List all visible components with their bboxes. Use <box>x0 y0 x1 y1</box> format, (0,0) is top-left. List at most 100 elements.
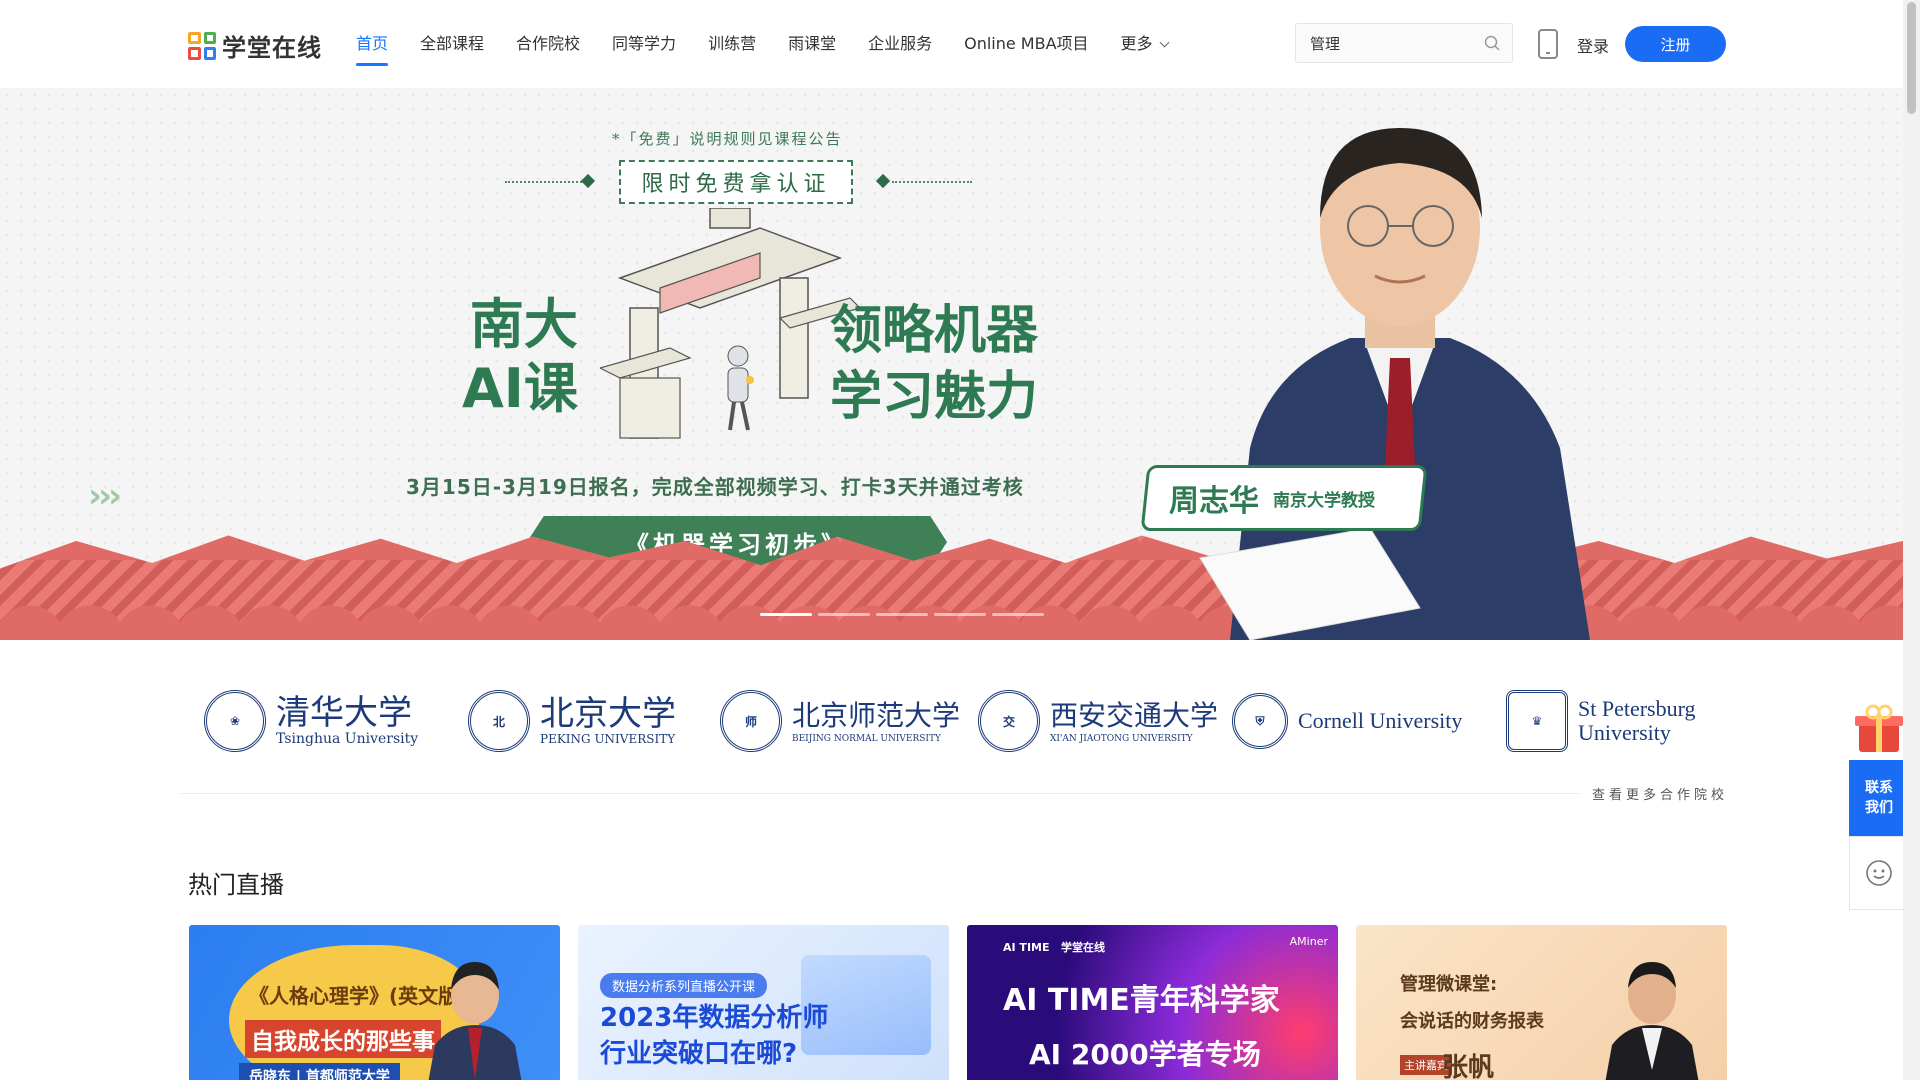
banner-title-left-line2: AI课 <box>462 357 578 420</box>
nav-bootcamp[interactable]: 训练营 <box>708 30 756 54</box>
university-peking[interactable]: 北 北京大学 PEKING UNIVERSITY <box>468 680 676 762</box>
tsinghua-seal-icon: ❀ <box>204 690 266 752</box>
banner-title-right-line1: 领略机器 <box>830 301 1039 361</box>
site-logo[interactable]: 学堂在线 <box>188 28 322 63</box>
card1-speaker-org: 首都师范大学 <box>305 1069 390 1080</box>
tsinghua-en: Tsinghua University <box>276 731 419 747</box>
live-card-2[interactable]: 数据分析系列直播公开课 2023年数据分析师 行业突破口在哪? <box>578 925 949 1080</box>
mobile-app-icon[interactable] <box>1538 29 1558 59</box>
banner-title-right: 领略机器 学习魅力 <box>830 298 1038 430</box>
tsinghua-cn: 清华大学 <box>276 693 412 733</box>
chevron-down-icon <box>1159 37 1170 48</box>
university-gate-illustration <box>600 208 860 439</box>
aminer-logo-text: AMiner <box>1289 935 1328 948</box>
live-cards: 《人格心理学》(英文版) 自我成长的那些事 岳晓东 | 首都师范大学 数据分析系… <box>189 925 1727 1080</box>
professor-name-card: 周志华 南京大学教授 <box>1140 465 1428 531</box>
xuetang-logo-text: 学堂在线 <box>1061 941 1105 954</box>
university-tsinghua[interactable]: ❀ 清华大学 Tsinghua University <box>204 680 418 762</box>
university-xjtu[interactable]: 交 西安交通大学 XI'AN JIAOTONG UNIVERSITY <box>978 680 1218 762</box>
banner-date-line: 3月15日-3月19日报名，完成全部视频学习、打卡3天并通过考核 <box>406 475 1024 499</box>
live-card-1[interactable]: 《人格心理学》(英文版) 自我成长的那些事 岳晓东 | 首都师范大学 <box>189 925 560 1080</box>
contact-us-line2: 我们 <box>1865 800 1893 816</box>
card1-subtitle: 自我成长的那些事 <box>245 1020 441 1058</box>
bnu-seal-icon: 师 <box>720 690 782 752</box>
card2-title-line1: 2023年数据分析师 <box>600 1003 829 1033</box>
card4-title-line1: 管理微课堂: <box>1400 974 1498 995</box>
search-icon[interactable] <box>1484 35 1500 51</box>
university-cornell[interactable]: ⛨ Cornell University <box>1232 680 1462 762</box>
card3-logos: AI TIME 学堂在线 <box>1003 939 1105 955</box>
banner-notice: *「免费」说明规则见课程公告 <box>612 130 843 148</box>
login-link[interactable]: 登录 <box>1577 33 1609 57</box>
side-float-widget: 联系 我们 <box>1849 700 1909 910</box>
bnu-en: BEIJING NORMAL UNIVERSITY <box>792 734 941 744</box>
scrollbar-thumb[interactable] <box>1907 2 1916 114</box>
robot-illustration <box>727 345 754 431</box>
spbu-en-line2: University <box>1578 720 1671 745</box>
nav-home[interactable]: 首页 <box>356 30 389 66</box>
bnu-cn: 北京师范大学 <box>792 699 961 732</box>
logo-text: 学堂在线 <box>222 34 322 62</box>
card2-title-line2: 行业突破口在哪? <box>600 1039 798 1069</box>
peking-en: PEKING UNIVERSITY <box>540 732 676 746</box>
spbu-crest-icon: ♛ <box>1506 690 1568 752</box>
partner-university-logos: ❀ 清华大学 Tsinghua University 北 北京大学 PEKING… <box>188 680 1728 762</box>
nav-rain-classroom[interactable]: 雨课堂 <box>788 30 836 54</box>
university-bnu[interactable]: 师 北京师范大学 BEIJING NORMAL UNIVERSITY <box>720 680 960 762</box>
carousel-dot[interactable] <box>818 613 870 616</box>
contact-us-button[interactable]: 联系 我们 <box>1849 760 1909 836</box>
professor-photo <box>1199 128 1590 640</box>
professor-title: 南京大学教授 <box>1273 490 1375 511</box>
card4-title-line2: 会说话的财务报表 <box>1400 1011 1544 1032</box>
card4-speaker-photo <box>1605 962 1699 1080</box>
main-nav: 首页 全部课程 合作院校 同等学力 训练营 雨课堂 企业服务 Online MB… <box>356 30 1200 66</box>
card2-tag: 数据分析系列直播公开课 <box>600 973 768 998</box>
nav-more-label: 更多 <box>1120 34 1153 53</box>
search-box <box>1295 23 1513 63</box>
card4-speaker: 张帆 <box>1442 1053 1495 1080</box>
contact-us-line1: 联系 <box>1865 780 1893 796</box>
register-button[interactable]: 注册 <box>1625 26 1726 62</box>
card1-speaker: 岳晓东 | 首都师范大学 <box>239 1063 400 1080</box>
more-partner-schools-link[interactable]: 查看更多合作院校 <box>1592 784 1728 803</box>
peking-seal-icon: 北 <box>468 690 530 752</box>
cornell-en: Cornell University <box>1298 708 1463 733</box>
peking-cn: 北京大学 <box>540 694 676 734</box>
section-title-hot-live: 热门直播 <box>188 871 284 899</box>
banner-title-left: 南大 AI课 <box>462 293 578 421</box>
nav-all-courses[interactable]: 全部课程 <box>420 30 484 54</box>
nav-more[interactable]: 更多 <box>1120 30 1170 54</box>
nav-equivalent-degree[interactable]: 同等学力 <box>612 30 676 54</box>
aitime-logo-text: AI TIME <box>1003 941 1050 954</box>
card3-title-line1: AI TIME青年科学家 <box>1003 983 1280 1018</box>
banner-title-left-line1: 南大 <box>469 293 578 356</box>
xjtu-en: XI'AN JIAOTONG UNIVERSITY <box>1050 734 1193 744</box>
hero-banner[interactable]: ››› *「免费」说明规则见课程公告 限时免费拿认证 南大 AI课 领略机器 学… <box>0 88 1903 640</box>
nav-enterprise[interactable]: 企业服务 <box>868 30 932 54</box>
nav-online-mba[interactable]: Online MBA项目 <box>964 30 1088 54</box>
page-scrollbar[interactable] <box>1903 0 1920 1080</box>
chat-button[interactable] <box>1849 836 1909 910</box>
live-card-4[interactable]: 管理微课堂: 会说话的财务报表 主讲嘉宾 张帆 <box>1356 925 1727 1080</box>
gift-icon[interactable] <box>1849 700 1909 756</box>
top-header: 学堂在线 首页 全部课程 合作院校 同等学力 训练营 雨课堂 企业服务 Onli… <box>0 0 1903 88</box>
cornell-seal-icon: ⛨ <box>1232 693 1288 749</box>
xjtu-seal-icon: 交 <box>978 690 1040 752</box>
carousel-dot[interactable] <box>876 613 928 616</box>
xjtu-cn: 西安交通大学 <box>1050 699 1219 732</box>
carousel-dot[interactable] <box>760 613 812 616</box>
live-card-3[interactable]: AI TIME 学堂在线 AMiner AI TIME青年科学家 AI 2000… <box>967 925 1338 1080</box>
spbu-en-line1: St Petersburg <box>1578 696 1696 721</box>
card1-speaker-photo <box>428 962 522 1080</box>
university-spbu[interactable]: ♛ St Petersburg University <box>1506 680 1696 762</box>
professor-name: 周志华 <box>1169 484 1259 519</box>
carousel-indicators <box>760 613 1044 616</box>
nav-partner-schools[interactable]: 合作院校 <box>516 30 580 54</box>
search-input[interactable] <box>1296 24 1466 62</box>
banner-decor-line-right <box>892 181 972 183</box>
banner-cert-label: 限时免费拿认证 <box>619 160 853 204</box>
card2-title: 2023年数据分析师 行业突破口在哪? <box>600 1000 828 1072</box>
banner-title-right-line2: 学习魅力 <box>830 367 1039 427</box>
carousel-dot[interactable] <box>992 613 1044 616</box>
carousel-dot[interactable] <box>934 613 986 616</box>
